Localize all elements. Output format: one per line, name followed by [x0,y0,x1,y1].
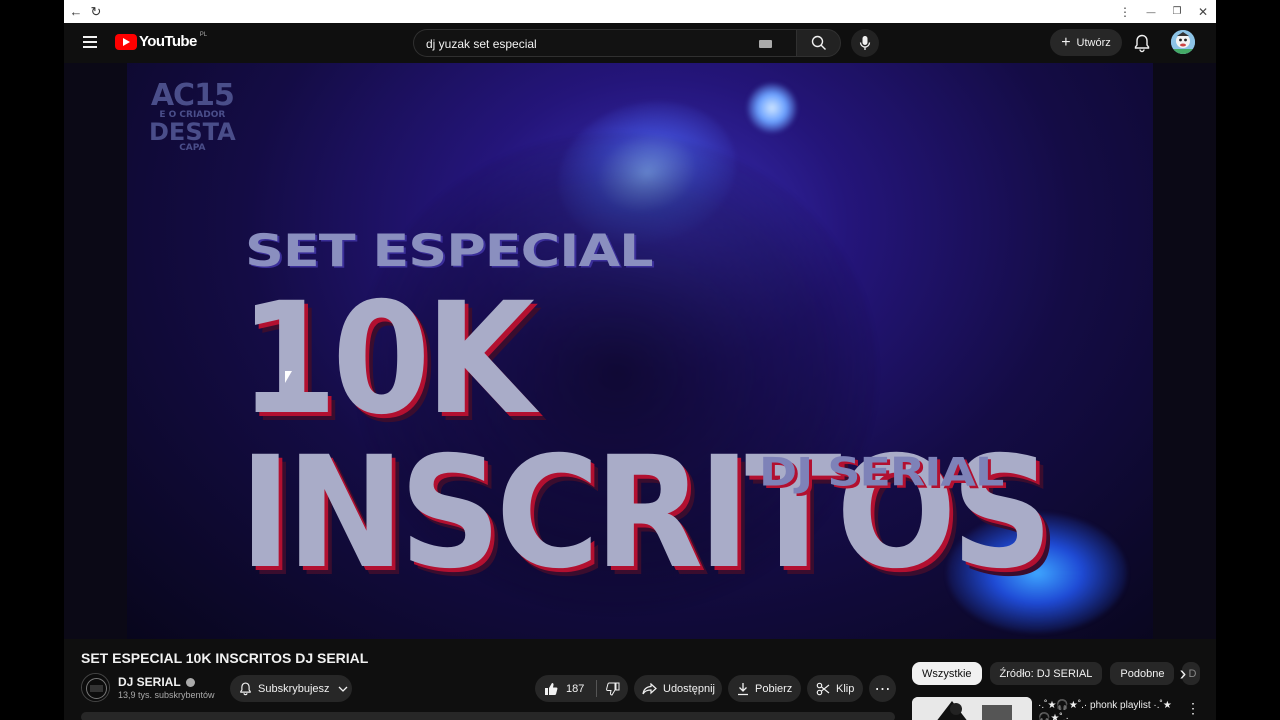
more-actions-button[interactable]: ⋯ [869,675,896,702]
youtube-header: YouTube PL dj yuzak set especial + Utwór… [64,23,1216,63]
download-button[interactable]: Pobierz [728,675,801,702]
credit-line-1: AC15 [150,78,235,113]
search-icon [811,35,826,50]
clip-button[interactable]: Klip [807,675,863,702]
clip-label: Klip [836,682,855,695]
browser-window: ← ↻ ⋮ — ❐ ✕ YouTube PL dj yuzak set espe… [64,0,1216,720]
close-icon: ✕ [1197,4,1209,19]
reload-icon: ↻ [90,3,102,19]
browser-titlebar: ← ↻ ⋮ — ❐ ✕ [64,0,1216,23]
related-video-title[interactable]: ·.˚★🎧★˚.· phonk playlist ·.˚★🎧★˚.· [1038,699,1178,720]
share-button[interactable]: Udostępnij [634,675,722,702]
keyboard-icon[interactable] [759,40,772,48]
share-arrow-icon [642,682,657,694]
channel-avatar[interactable] [81,673,110,702]
avatar-image [1171,30,1195,54]
plus-icon: + [1061,33,1071,51]
subscriber-count: 13,9 tys. subskrybentów [118,690,215,700]
microphone-icon [859,36,871,50]
cover-credit: AC15 E O CRIADOR DESTA CAPA [149,81,236,153]
art-artist-name: DJ SERIAL [759,449,1004,495]
share-label: Udostępnij [663,682,715,695]
search-input[interactable]: dj yuzak set especial [413,29,796,57]
video-title: SET ESPECIAL 10K INSCRITOS DJ SERIAL [81,650,369,666]
voice-search-button[interactable] [851,29,879,57]
like-dislike-group: 187 [535,675,628,702]
restore-button[interactable]: ❐ [1164,0,1190,23]
channel-name-text: DJ SERIAL [118,675,181,689]
chip-from-channel[interactable]: Źródło: DJ SERIAL [989,662,1103,685]
kebab-menu-icon: ⋮ [1119,4,1131,19]
minimize-button[interactable]: — [1138,0,1164,23]
art-headline: 10K INSCRITOS [239,270,1053,603]
chips-next-button[interactable]: › [1172,663,1194,685]
chevron-right-icon: › [1179,662,1187,685]
verified-badge-icon [185,677,195,687]
create-button[interactable]: + Utwórz [1050,29,1122,56]
video-frame[interactable]: AC15 E O CRIADOR DESTA CAPA SET ESPECIAL… [127,63,1153,639]
butterfly-highlight [747,83,797,133]
chevron-down-icon [338,686,348,692]
like-button[interactable]: 187 [535,675,598,702]
screen-frame: ← ↻ ⋮ — ❐ ✕ YouTube PL dj yuzak set espe… [0,0,1280,720]
back-arrow-icon: ← [69,4,83,19]
channel-logo-image [82,674,109,701]
hamburger-menu-icon[interactable] [83,36,97,48]
reload-button[interactable]: ↻ [88,4,104,20]
dislike-button[interactable] [597,675,620,702]
logo-country-code: PL [199,31,208,38]
search-button[interactable] [796,29,841,57]
channel-name[interactable]: DJ SERIAL [118,675,195,689]
related-video-thumbnail[interactable] [912,697,1032,720]
subscribed-label: Subskrybujesz [258,682,330,695]
browser-menu-button[interactable]: ⋮ [1112,0,1138,23]
scissors-icon [816,682,830,695]
mouse-cursor-icon [285,371,292,383]
thumbs-up-icon [545,682,558,695]
chip-all[interactable]: Wszystkie [912,662,982,685]
chip-related[interactable]: Podobne [1110,662,1175,685]
logo-wordmark: YouTube [139,33,197,50]
youtube-play-icon [115,33,137,50]
create-label: Utwórz [1076,36,1111,49]
related-video-menu-icon[interactable]: ⋮ [1186,700,1200,717]
thumbnail-image [912,697,1032,720]
related-filter-chips: Wszystkie Źródło: DJ SERIAL Podobne D [912,662,1208,686]
youtube-logo[interactable]: YouTube PL [115,31,208,50]
notifications-bell-icon[interactable] [1133,33,1151,53]
thumbs-down-icon [606,682,620,696]
account-avatar[interactable] [1171,30,1195,54]
credit-line-3: DESTA [149,118,236,146]
bell-icon [240,682,251,696]
art-subheadline: SET ESPECIAL [245,225,654,277]
restore-icon: ❐ [1172,6,1182,17]
download-label: Pobierz [755,682,793,695]
description-box[interactable] [81,712,895,720]
subscribed-button[interactable]: Subskrybujesz [230,675,352,702]
video-player[interactable]: AC15 E O CRIADOR DESTA CAPA SET ESPECIAL… [64,63,1216,639]
minimize-icon: — [1146,6,1156,17]
close-window-button[interactable]: ✕ [1190,0,1216,23]
like-count: 187 [566,682,585,695]
search-query-text: dj yuzak set especial [426,37,537,51]
back-button[interactable]: ← [68,4,84,20]
more-horizontal-icon: ⋯ [874,680,891,698]
download-icon [738,682,748,695]
